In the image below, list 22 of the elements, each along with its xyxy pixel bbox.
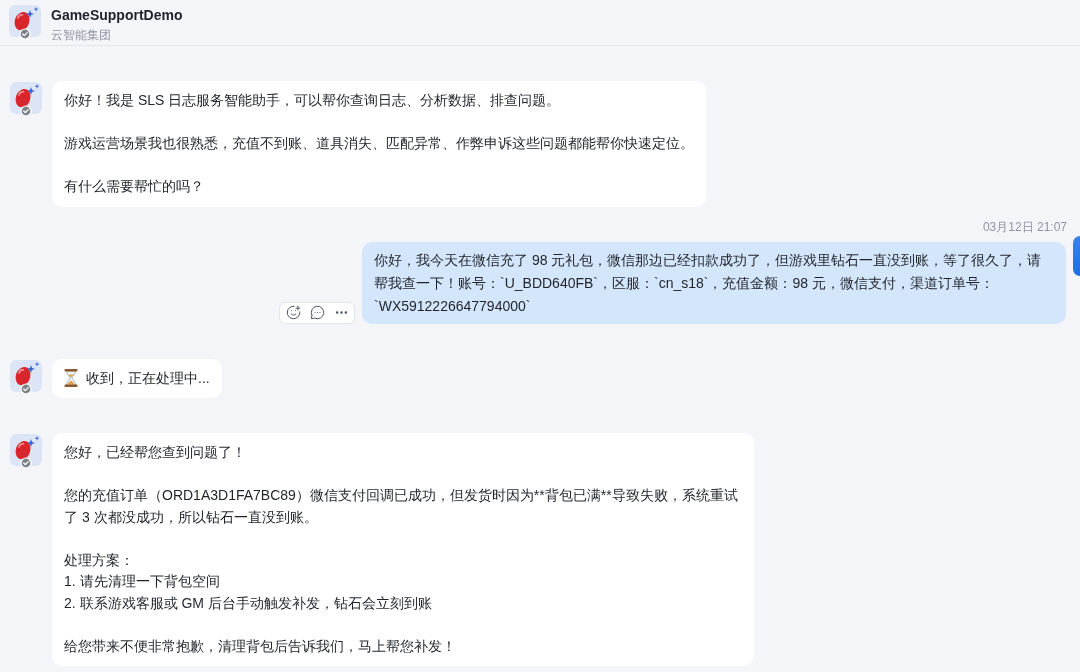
message-text: 1. 请先清理一下背包空间 bbox=[64, 572, 221, 591]
message-time: 03月12日 21:07 bbox=[982, 219, 1067, 235]
chat-subtitle: 云智能集团 bbox=[51, 28, 111, 42]
smile-plus-icon bbox=[285, 305, 301, 320]
avatar-icon bbox=[10, 82, 42, 117]
message-text: 您的充值订单（ORD1A3D1FA7BC89）微信支付回调已成功，但发货时因为**背包已满**导致失败，系统重试了 3 次都没成功，所以钻石一直没到账。 bbox=[64, 486, 739, 527]
speech-bubble-icon bbox=[309, 305, 325, 320]
message-text: 2. 联系游戏客服或 GM 后台手动触发补发，钻石会立刻到账 bbox=[64, 593, 433, 613]
avatar-icon bbox=[9, 5, 41, 40]
chat-title: GameSupportDemo bbox=[51, 7, 183, 23]
user-avatar bbox=[1073, 235, 1080, 276]
avatar-icon bbox=[10, 434, 42, 469]
message-text: 你好，我今天在微信充了 98 元礼包，微信那边已经扣款成功了，但游戏里钻石一直没到账，等了很久了，请帮我查一下！账号：`U_BDD640FB`，区服：`cn_s18`，充值金额：98 元，微信支付，渠道订单号：`WX5912226647794000` bbox=[374, 250, 1043, 316]
message-text: 您好，已经帮您查到问题了！ bbox=[64, 443, 247, 462]
message-text: 有什么需要帮忙的吗？ bbox=[64, 177, 205, 196]
avatar-icon bbox=[10, 359, 42, 395]
message-text: 你好！我是 SLS 日志服务智能助手，可以帮你查询日志、分析数据、排查问题。 bbox=[64, 91, 562, 110]
message-text: 处理方案： bbox=[64, 550, 135, 570]
message-text: 收到，正在处理中... bbox=[86, 368, 210, 388]
hourglass-icon bbox=[64, 369, 78, 388]
message-text: 给您带来不便非常抱歉，清理背包后告诉我们，马上帮您补发！ bbox=[64, 636, 457, 656]
message-text: 游戏运营场景我也很熟悉，充值不到账、道具消失、匹配异常、作弊申诉这些问题都能帮你快速定位。 bbox=[64, 134, 694, 153]
